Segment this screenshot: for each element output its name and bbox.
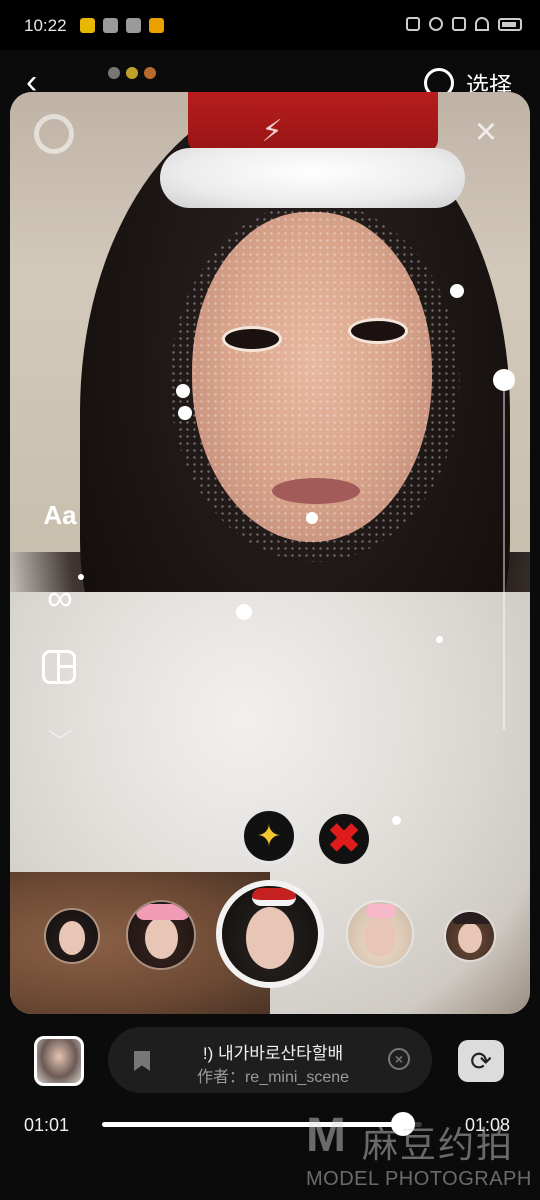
filter-thumbnail[interactable] xyxy=(44,908,100,964)
total-time: 01:08 xyxy=(465,1115,511,1135)
star-notification-icon xyxy=(80,18,95,33)
snowflake xyxy=(176,384,190,398)
system-icons xyxy=(406,17,522,31)
loop-icon[interactable]: ∞ xyxy=(38,580,82,616)
notification-icons xyxy=(80,18,164,33)
star-icon xyxy=(126,67,138,79)
playback-progress-fill xyxy=(102,1122,403,1127)
remove-effect-button[interactable]: ✖ xyxy=(319,814,369,864)
sparkle-effect-button[interactable]: ✦ xyxy=(240,807,298,865)
flip-camera-button[interactable]: ⟳ xyxy=(458,1040,504,1082)
camera-preview[interactable]: ⚡︎ × Aa ∞ ﹀ ✦ ✖ xyxy=(10,92,530,1014)
zoom-slider-track[interactable] xyxy=(503,380,505,730)
snowflake xyxy=(392,816,401,825)
chevron-down-icon[interactable]: ﹀ xyxy=(38,722,82,757)
filter-thumbnail[interactable] xyxy=(126,900,196,970)
snowflake xyxy=(236,604,252,620)
snowflake xyxy=(436,636,443,643)
red-x-icon: ✖ xyxy=(327,817,361,861)
playback-scrubber-handle[interactable] xyxy=(390,1112,415,1136)
status-bar: 10:22 xyxy=(0,0,540,50)
camera-flip-icon: ⟳ xyxy=(470,1046,492,1076)
santa-hat-sticker xyxy=(160,92,465,217)
close-icon[interactable]: × xyxy=(468,113,504,151)
gallery-thumbnail[interactable] xyxy=(34,1036,84,1086)
filter-thumbnail[interactable] xyxy=(346,900,414,968)
clear-effect-icon[interactable]: × xyxy=(388,1048,410,1070)
effect-title: !) 내가바로산타할배 xyxy=(202,1044,344,1063)
text-tool-button[interactable]: Aa xyxy=(38,500,82,531)
record-dot-icon xyxy=(108,67,120,79)
snowflake xyxy=(178,406,192,420)
app-notification-icon xyxy=(126,18,141,33)
right-eye xyxy=(348,318,408,344)
playback-progress-track[interactable] xyxy=(102,1122,422,1127)
sparkles-icon: ✦ xyxy=(256,819,282,853)
pink-ears-icon xyxy=(136,904,190,920)
status-time: 10:22 xyxy=(24,16,67,35)
moon-icon xyxy=(429,17,443,31)
watermark-text-en: MODEL PHOTOGRAPH xyxy=(306,1168,532,1190)
glitter-effect xyxy=(170,202,460,562)
snowflake xyxy=(450,284,464,298)
layout-icon[interactable] xyxy=(42,650,76,684)
snowflake xyxy=(306,512,318,524)
cat-ears-icon xyxy=(452,912,492,924)
weibo-notification-icon xyxy=(149,18,164,33)
effect-info-card[interactable]: !) 내가바로산타할배 作者：re_mini_scene × xyxy=(108,1027,432,1093)
mini-status-icons xyxy=(108,67,156,79)
santa-hat-icon xyxy=(252,888,296,906)
signal-icon xyxy=(452,17,466,31)
bookmark-icon[interactable] xyxy=(134,1051,150,1071)
left-eye xyxy=(222,326,282,352)
filter-thumbnail-selected[interactable] xyxy=(216,880,324,988)
current-time: 01:01 xyxy=(24,1115,70,1135)
flash-off-icon[interactable]: ⚡︎ xyxy=(252,112,292,152)
lips xyxy=(272,478,360,504)
filter-thumbnail[interactable] xyxy=(444,910,496,962)
battery-icon xyxy=(498,17,522,31)
zoom-slider-handle[interactable] xyxy=(493,369,515,391)
watermark-logo: M xyxy=(306,1109,346,1162)
effect-author: 作者：re_mini_scene xyxy=(196,1069,350,1086)
weibo-icon xyxy=(144,67,156,79)
vibrate-icon xyxy=(406,17,420,31)
settings-icon[interactable] xyxy=(34,114,74,154)
wifi-icon xyxy=(475,17,489,31)
bow-icon xyxy=(366,904,396,918)
wechat-notification-icon xyxy=(103,18,118,33)
santa-hat-trim xyxy=(160,148,465,208)
